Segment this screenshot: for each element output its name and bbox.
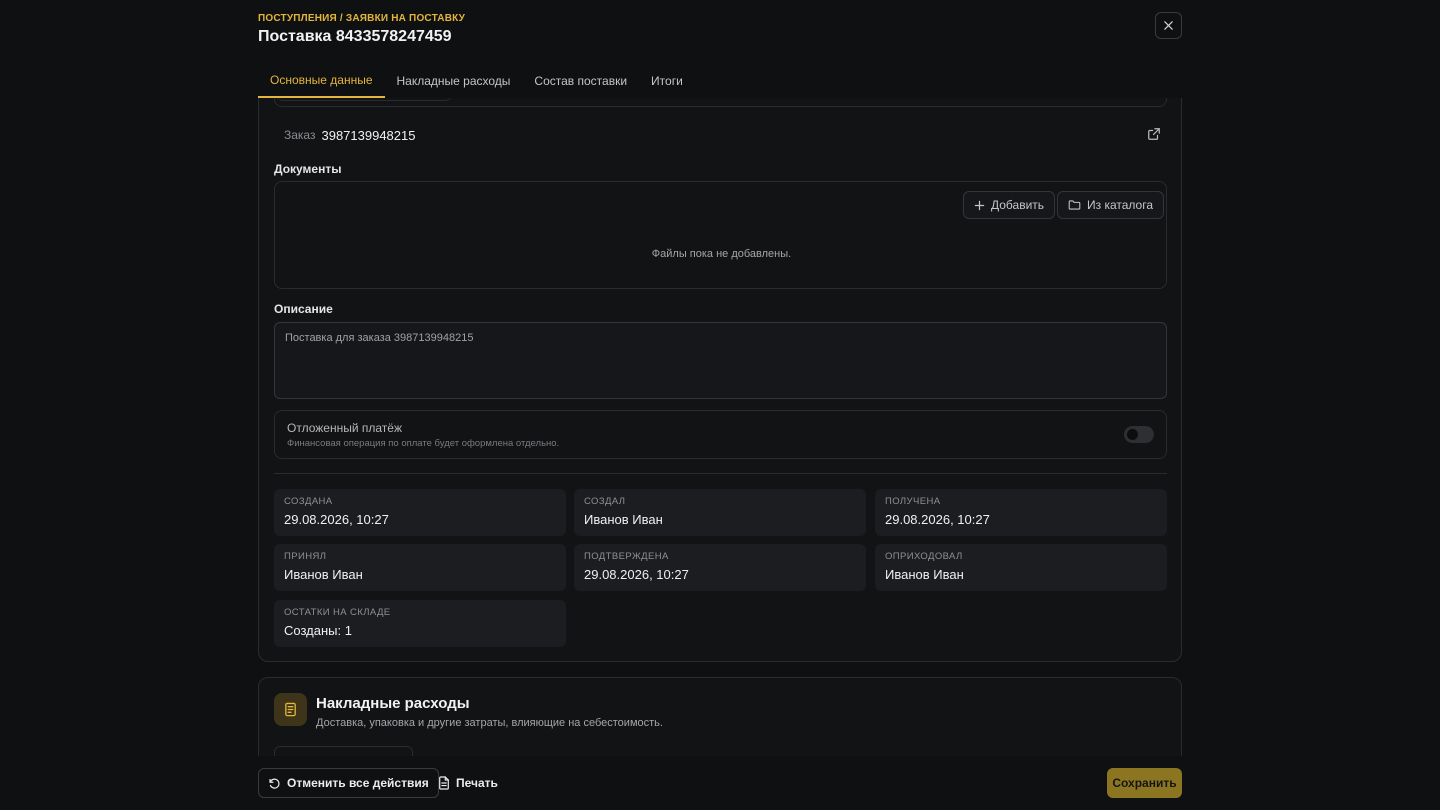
documents-dropzone[interactable]: Добавить Из каталога Файлы пока не добав… (274, 181, 1167, 289)
meta-label: ПОЛУЧЕНА (885, 496, 941, 507)
folder-icon (1068, 200, 1081, 210)
meta-created-by: СОЗДАЛ Иванов Иван (574, 489, 866, 536)
tab-main-data[interactable]: Основные данные (258, 64, 385, 98)
tab-totals[interactable]: Итоги (639, 64, 695, 98)
add-document-button[interactable]: Добавить (963, 191, 1056, 219)
meta-label: СОЗДАНА (284, 496, 333, 507)
meta-created-at: СОЗДАНА 29.08.2026, 10:27 (274, 489, 566, 536)
tab-bar: Основные данные Накладные расходы Состав… (258, 64, 1182, 98)
undo-all-label: Отменить все действия (287, 776, 429, 790)
toggle-knob (1127, 429, 1138, 440)
meta-label: СОЗДАЛ (584, 496, 626, 507)
print-icon (439, 776, 449, 790)
external-link-icon[interactable] (1147, 127, 1161, 146)
previous-field-chip (275, 98, 453, 101)
meta-label: ПРИНЯЛ (284, 551, 327, 562)
main-data-card: Заказ 3987139948215 Документы Добавить И… (258, 98, 1182, 662)
order-row: Заказ 3987139948215 (284, 124, 1169, 146)
description-label: Описание (274, 302, 333, 316)
deferred-payment-title: Отложенный платёж (287, 421, 402, 435)
documents-empty-text: Файлы пока не добавлены. (651, 248, 792, 260)
meta-value: 29.08.2026, 10:27 (284, 512, 389, 527)
order-label: Заказ (284, 128, 316, 142)
meta-confirmed-at: ПОДТВЕРЖДЕНА 29.08.2026, 10:27 (574, 544, 866, 591)
page-title: Поставка 8433578247459 (258, 28, 452, 45)
meta-value: Созданы: 1 (284, 623, 352, 638)
footer-bar: Отменить все действия Печать Сохранить (0, 756, 1440, 810)
deferred-payment-row: Отложенный платёж Финансовая операция по… (274, 410, 1167, 459)
meta-value: Иванов Иван (584, 512, 663, 527)
save-button[interactable]: Сохранить (1107, 768, 1182, 798)
breadcrumb[interactable]: ПОСТУПЛЕНИЯ / ЗАЯВКИ НА ПОСТАВКУ (258, 13, 465, 24)
meta-accepted-by: ПРИНЯЛ Иванов Иван (274, 544, 566, 591)
overhead-costs-title: Накладные расходы (316, 695, 470, 712)
order-value: 3987139948215 (321, 127, 416, 143)
overhead-costs-control[interactable] (274, 746, 413, 756)
meta-label: ОСТАТКИ НА СКЛАДЕ (284, 607, 391, 618)
tab-overhead-costs[interactable]: Накладные расходы (385, 64, 523, 98)
close-button[interactable] (1155, 12, 1182, 39)
documents-label: Документы (274, 162, 342, 176)
meta-value: Иванов Иван (885, 567, 964, 582)
overhead-costs-subtitle: Доставка, упаковка и другие затраты, вли… (316, 717, 663, 729)
description-value: Поставка для заказа 3987139948215 (285, 332, 474, 344)
meta-label: ПОДТВЕРЖДЕНА (584, 551, 669, 562)
overhead-costs-card: Накладные расходы Доставка, упаковка и д… (258, 677, 1182, 756)
tab-supply-composition[interactable]: Состав поставки (522, 64, 639, 98)
meta-label: ОПРИХОДОВАЛ (885, 551, 963, 562)
content-scroll-area[interactable]: Заказ 3987139948215 Документы Добавить И… (258, 98, 1182, 756)
description-textarea[interactable]: Поставка для заказа 3987139948215 (274, 322, 1167, 399)
undo-all-button[interactable]: Отменить все действия (258, 768, 439, 798)
document-icon (274, 693, 307, 726)
meta-value: Иванов Иван (284, 567, 363, 582)
deferred-payment-subtitle: Финансовая операция по оплате будет офор… (287, 438, 560, 449)
meta-value: 29.08.2026, 10:27 (584, 567, 689, 582)
add-document-label: Добавить (991, 198, 1045, 212)
undo-icon (269, 778, 280, 789)
meta-posted-by: ОПРИХОДОВАЛ Иванов Иван (875, 544, 1167, 591)
deferred-payment-toggle[interactable] (1124, 426, 1154, 443)
close-icon (1164, 21, 1173, 30)
meta-stock-balance: ОСТАТКИ НА СКЛАДЕ Созданы: 1 (274, 600, 566, 647)
meta-value: 29.08.2026, 10:27 (885, 512, 990, 527)
meta-received-at: ПОЛУЧЕНА 29.08.2026, 10:27 (875, 489, 1167, 536)
print-label: Печать (456, 776, 498, 790)
from-catalog-button[interactable]: Из каталога (1057, 191, 1165, 219)
from-catalog-label: Из каталога (1087, 198, 1154, 212)
divider (274, 473, 1167, 474)
print-button[interactable]: Печать (429, 768, 507, 798)
plus-icon (974, 200, 985, 210)
